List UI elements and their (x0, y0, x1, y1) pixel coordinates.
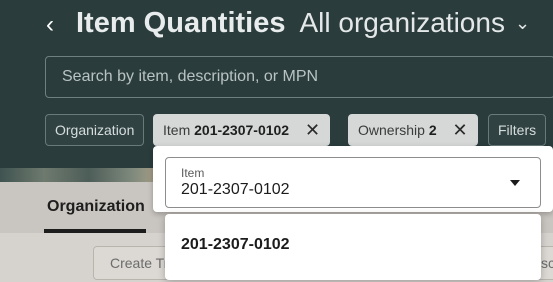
item-select-value: 201-2307-0102 (181, 181, 290, 198)
item-options-list: 201-2307-0102 (165, 214, 541, 280)
search-input[interactable]: Search by item, description, or MPN (45, 56, 553, 98)
filters-label: Filters (498, 122, 537, 138)
organization-filter-chip[interactable]: Organization (45, 114, 145, 146)
tab-organization[interactable]: Organization (47, 198, 145, 216)
item-filter-value: 201-2307-0102 (194, 122, 290, 138)
chevron-left-icon: ‹ (46, 11, 54, 38)
list-item[interactable]: 201-2307-0102 (181, 236, 290, 254)
ownership-filter-label: Ownership (358, 122, 425, 138)
close-icon[interactable]: ✕ (453, 115, 468, 145)
close-icon[interactable]: ✕ (305, 115, 320, 145)
item-filter-chip[interactable]: Item 201-2307-0102 ✕ (153, 114, 331, 146)
item-select-field[interactable]: Item 201-2307-0102 (165, 157, 541, 208)
ownership-filter-count: 2 (428, 122, 437, 138)
filters-button[interactable]: Filters (488, 114, 547, 146)
ownership-filter-chip[interactable]: Ownership 2 ✕ (348, 114, 478, 146)
title-text: Item Quantities (76, 7, 286, 39)
back-button[interactable]: ‹ (42, 12, 58, 38)
item-filter-label: Item (163, 122, 191, 138)
page-title: Item Quantities All organizations ⌄ (76, 7, 530, 43)
organization-filter-label: Organization (55, 122, 135, 138)
item-select-label: Item (181, 166, 205, 180)
caret-down-icon[interactable] (510, 180, 520, 186)
active-tab-indicator (44, 229, 146, 233)
chevron-down-icon[interactable]: ⌄ (515, 13, 530, 34)
organization-scope-selector[interactable]: All organizations (300, 7, 505, 39)
